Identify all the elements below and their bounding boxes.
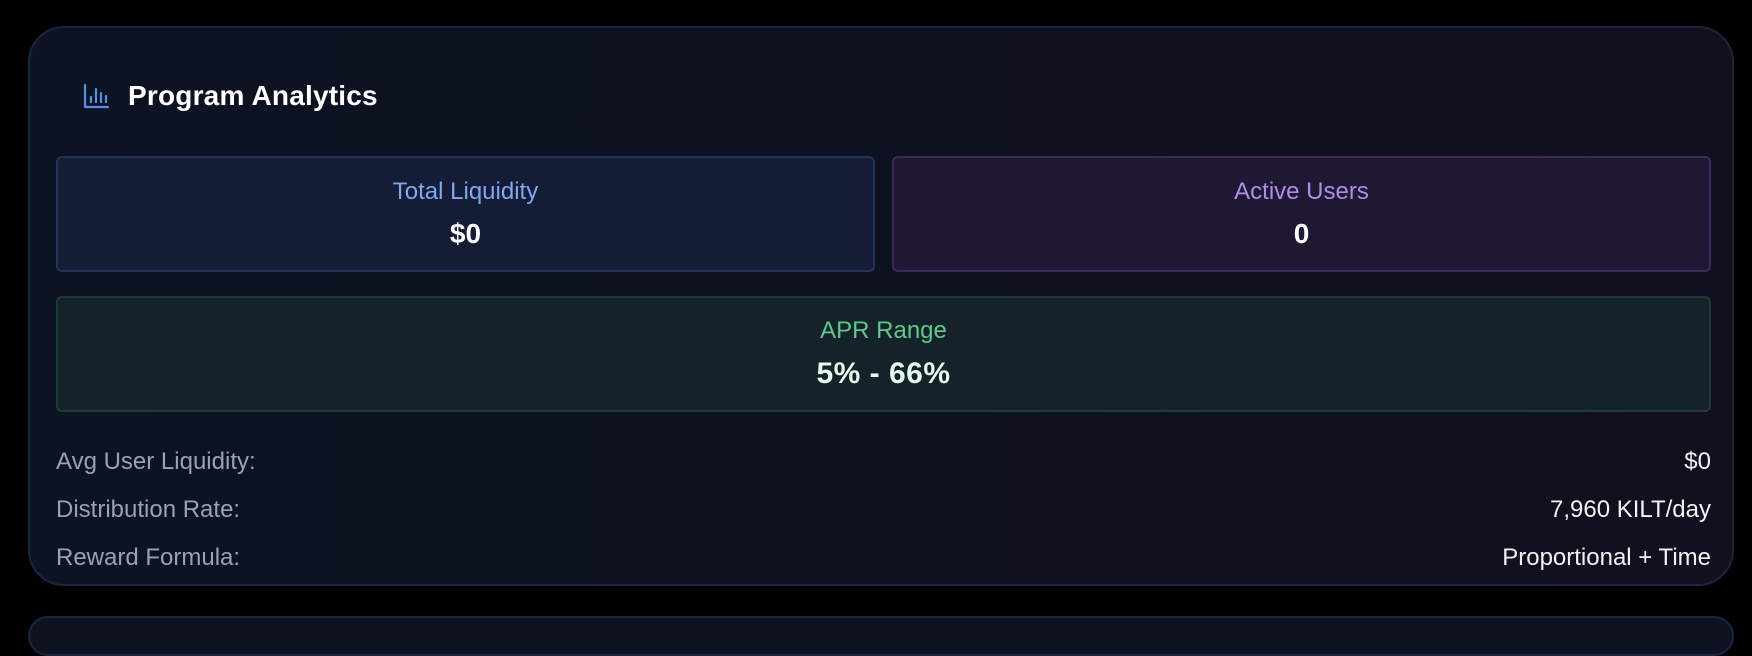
active-users-stat: Active Users 0 <box>892 156 1711 272</box>
total-liquidity-value: $0 <box>449 218 482 249</box>
detail-row-avg-user-liquidity: Avg User Liquidity: $0 <box>56 438 1711 486</box>
card-header: Program Analytics <box>82 80 378 112</box>
detail-value: $0 <box>1684 448 1711 475</box>
apr-range-stat: APR Range 5% - 66% <box>56 296 1711 412</box>
active-users-label: Active Users <box>1234 178 1369 205</box>
apr-range-value: 5% - 66% <box>816 357 951 390</box>
detail-label: Reward Formula: <box>56 544 241 571</box>
next-card-edge <box>28 616 1734 656</box>
detail-value: 7,960 KILT/day <box>1550 496 1711 523</box>
detail-value: Proportional + Time <box>1502 544 1711 571</box>
program-analytics-card: Program Analytics Total Liquidity $0 Act… <box>28 26 1734 586</box>
detail-row-distribution-rate: Distribution Rate: 7,960 KILT/day <box>56 486 1711 534</box>
card-title: Program Analytics <box>128 80 378 111</box>
details-list: Avg User Liquidity: $0 Distribution Rate… <box>56 438 1711 582</box>
detail-label: Distribution Rate: <box>56 496 241 523</box>
active-users-value: 0 <box>1293 218 1310 249</box>
detail-row-reward-formula: Reward Formula: Proportional + Time <box>56 534 1711 582</box>
bar-chart-icon <box>83 83 110 109</box>
total-liquidity-stat: Total Liquidity $0 <box>56 156 875 272</box>
total-liquidity-label: Total Liquidity <box>392 178 539 205</box>
detail-label: Avg User Liquidity: <box>56 448 256 475</box>
apr-range-label: APR Range <box>820 317 947 344</box>
